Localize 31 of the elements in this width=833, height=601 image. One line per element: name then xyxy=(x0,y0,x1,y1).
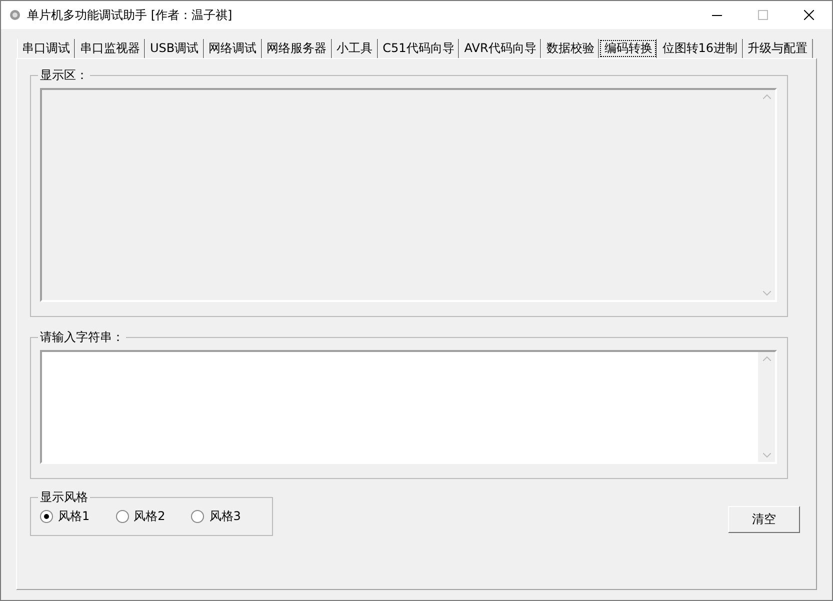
radio-option[interactable]: 风格1 xyxy=(40,508,90,525)
clear-button[interactable]: 清空 xyxy=(728,506,800,533)
tab[interactable]: AVR代码向导 xyxy=(459,39,542,58)
tab[interactable]: 编码转换 xyxy=(599,39,658,58)
scroll-up-icon[interactable] xyxy=(762,94,770,99)
window-title: 单片机多功能调试助手 [作者：温子祺] xyxy=(27,6,234,24)
tab[interactable]: 网络服务器 xyxy=(262,39,332,58)
scrollbar[interactable] xyxy=(758,352,775,462)
scroll-down-icon[interactable] xyxy=(762,291,770,296)
scroll-down-icon[interactable] xyxy=(762,453,770,458)
gear-icon xyxy=(9,9,21,21)
tab[interactable]: USB调试 xyxy=(145,39,204,58)
group-label: 显示风格 xyxy=(39,489,89,506)
scroll-up-icon[interactable] xyxy=(762,356,770,361)
tab[interactable]: 网络调试 xyxy=(204,39,262,58)
tab[interactable]: 升级与配置 xyxy=(742,39,813,58)
radio-button[interactable] xyxy=(40,510,53,523)
radio-button[interactable] xyxy=(116,510,129,523)
input-field[interactable] xyxy=(40,350,777,464)
radio-option[interactable]: 风格3 xyxy=(191,508,241,525)
tab[interactable]: 串口监视器 xyxy=(75,39,145,58)
group-label: 显示区： xyxy=(39,67,89,84)
tab[interactable]: 位图转16进制 xyxy=(657,39,743,58)
group-label: 请输入字符串： xyxy=(39,329,125,346)
tab[interactable]: C51代码向导 xyxy=(378,39,460,58)
close-icon[interactable] xyxy=(804,10,814,20)
radio-button[interactable] xyxy=(191,510,204,523)
tab[interactable]: 小工具 xyxy=(332,39,378,58)
radio-option[interactable]: 风格2 xyxy=(116,508,166,525)
maximize-icon[interactable] xyxy=(758,10,768,20)
tab[interactable]: 串口调试 xyxy=(17,39,75,58)
